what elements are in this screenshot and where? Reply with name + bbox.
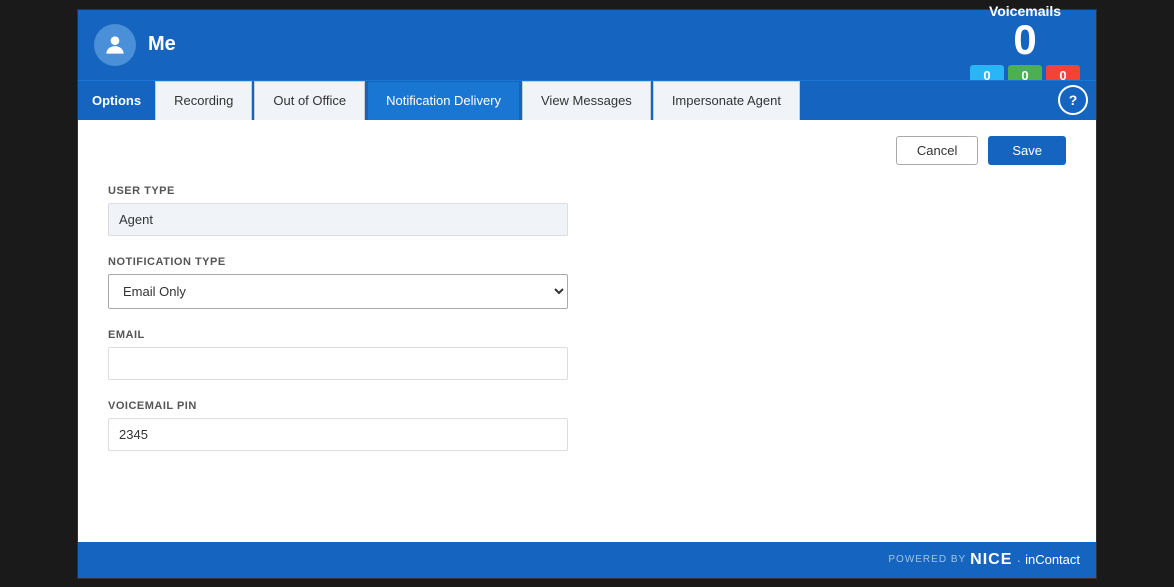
user-type-group: USER TYPE [108, 185, 1066, 236]
voicemails-panel: Voicemails 0 0 0 0 [970, 3, 1080, 87]
powered-by-text: POWERED BY [888, 554, 966, 565]
dot-separator: · [1016, 552, 1021, 568]
header-left: Me [94, 24, 176, 66]
tab-recording[interactable]: Recording [155, 81, 252, 120]
nice-logo: NICE [970, 551, 1012, 569]
email-input[interactable] [108, 347, 568, 380]
action-bar: Cancel Save [108, 136, 1066, 165]
tab-out-of-office[interactable]: Out of Office [254, 81, 365, 120]
tab-impersonate-agent[interactable]: Impersonate Agent [653, 81, 800, 120]
nav-tabs: Recording Out of Office Notification Del… [155, 81, 1050, 120]
tab-view-messages[interactable]: View Messages [522, 81, 651, 120]
options-label: Options [78, 93, 155, 108]
cancel-button[interactable]: Cancel [896, 136, 978, 165]
notification-type-select[interactable]: Email Only SMS Only Email and SMS None [108, 274, 568, 309]
powered-by: POWERED BY NICE · inContact [888, 551, 1080, 569]
avatar [94, 24, 136, 66]
header: Me Voicemails 0 0 0 0 [78, 10, 1096, 80]
incontact-logo: inContact [1025, 552, 1080, 567]
content-area: Cancel Save USER TYPE NOTIFICATION TYPE … [78, 120, 1096, 542]
user-name: Me [148, 33, 176, 56]
email-group: EMAIL [108, 329, 1066, 380]
nav-bar: Options Recording Out of Office Notifica… [78, 80, 1096, 120]
voicemail-pin-input[interactable] [108, 418, 568, 451]
help-button[interactable]: ? [1058, 85, 1088, 115]
voicemail-pin-group: VOICEMAIL PIN [108, 400, 1066, 451]
voicemails-count: 0 [970, 19, 1080, 61]
notification-type-label: NOTIFICATION TYPE [108, 256, 1066, 268]
tab-notification-delivery[interactable]: Notification Delivery [367, 81, 520, 120]
voicemail-pin-label: VOICEMAIL PIN [108, 400, 1066, 412]
footer: POWERED BY NICE · inContact [78, 542, 1096, 578]
notification-type-group: NOTIFICATION TYPE Email Only SMS Only Em… [108, 256, 1066, 309]
user-type-input[interactable] [108, 203, 568, 236]
save-button[interactable]: Save [988, 136, 1066, 165]
email-label: EMAIL [108, 329, 1066, 341]
user-type-label: USER TYPE [108, 185, 1066, 197]
